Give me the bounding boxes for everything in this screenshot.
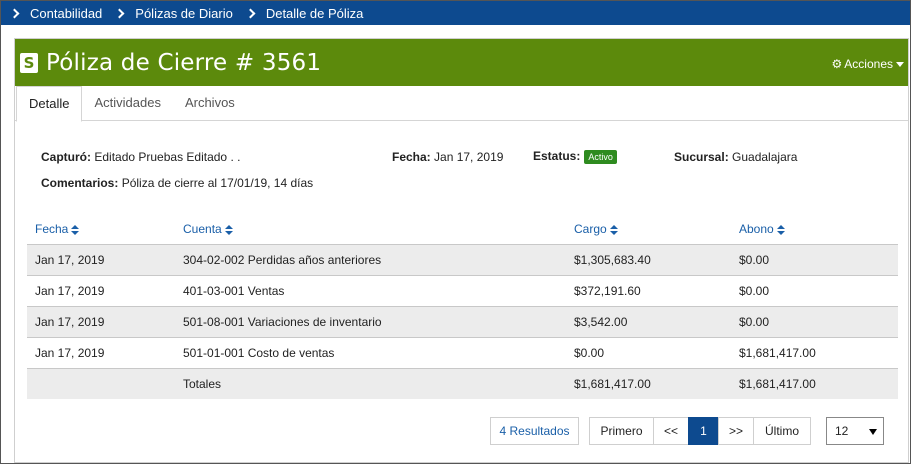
breadcrumb: Contabilidad Pólizas de Diario Detalle d… xyxy=(1,1,910,25)
tab-bar: Detalle Actividades Archivos xyxy=(15,86,908,122)
next-page-button[interactable]: >> xyxy=(718,417,754,445)
cell-fecha: Jan 17, 2019 xyxy=(27,337,175,369)
totals-label: Totales xyxy=(175,368,566,399)
comentarios-label: Comentarios: xyxy=(41,176,119,190)
prev-page-button[interactable]: << xyxy=(653,417,689,445)
cell-fecha: Jan 17, 2019 xyxy=(27,244,175,276)
column-label[interactable]: Cargo xyxy=(574,222,607,236)
cell-cuenta: 501-08-001 Variaciones de inventario xyxy=(175,306,566,338)
comentarios-value: Póliza de cierre al 17/01/19, 14 días xyxy=(121,176,314,190)
breadcrumb-label[interactable]: Pólizas de Diario xyxy=(135,6,233,21)
table-row: Jan 17, 2019 401-03-001 Ventas $372,191.… xyxy=(27,275,898,307)
table-row: Jan 17, 2019 501-01-001 Costo de ventas … xyxy=(27,337,898,369)
cell-cuenta: 401-03-001 Ventas xyxy=(175,275,566,307)
page-title: Póliza de Cierre # 3561 xyxy=(46,49,322,76)
capturo-label: Capturó: xyxy=(41,150,91,164)
column-label[interactable]: Fecha xyxy=(35,222,68,236)
page-header: S Póliza de Cierre # 3561 ⚙ Acciones xyxy=(15,39,908,86)
cell-fecha: Jan 17, 2019 xyxy=(27,275,175,307)
sucursal-field: Sucursal: Guadalajara xyxy=(674,150,797,164)
caret-down-icon xyxy=(896,61,904,67)
tab-actividades[interactable]: Actividades xyxy=(82,86,172,121)
results-count: 4 Resultados xyxy=(490,417,579,445)
column-label[interactable]: Cuenta xyxy=(183,222,222,236)
page-1-button[interactable]: 1 xyxy=(688,417,719,445)
column-header-cuenta[interactable]: Cuenta xyxy=(175,214,566,245)
results-count-button[interactable]: 4 Resultados xyxy=(490,417,579,445)
breadcrumb-label[interactable]: Contabilidad xyxy=(30,6,102,21)
capturo-value: Editado Pruebas Editado . . xyxy=(94,150,241,164)
table-row: Jan 17, 2019 304-02-002 Perdidas años an… xyxy=(27,244,898,276)
breadcrumb-item-detalle-poliza[interactable]: Detalle de Póliza xyxy=(233,6,364,21)
entries-table: Fecha Cuenta Cargo Abono Jan 17, 2019 30… xyxy=(27,214,898,399)
chevron-right-icon xyxy=(245,8,256,18)
actions-dropdown[interactable]: ⚙ Acciones xyxy=(832,57,904,71)
poliza-info: Capturó: Editado Pruebas Editado . . Fec… xyxy=(15,121,908,221)
gears-icon: ⚙ xyxy=(831,57,843,71)
cell-abono: $0.00 xyxy=(731,306,898,338)
column-header-fecha[interactable]: Fecha xyxy=(27,214,175,245)
pagination: Primero << 1 >> Último xyxy=(589,417,811,445)
cell-cargo: $372,191.60 xyxy=(566,275,731,307)
estatus-field: Estatus: Activo xyxy=(533,149,617,164)
totals-cargo: $1,681,417.00 xyxy=(566,368,731,399)
poliza-card: S Póliza de Cierre # 3561 ⚙ Acciones Det… xyxy=(14,38,909,463)
cell-cargo: $0.00 xyxy=(566,337,731,369)
cell-cargo: $3,542.00 xyxy=(566,306,731,338)
estatus-label: Estatus: xyxy=(533,149,581,163)
chevron-right-icon xyxy=(114,8,125,18)
column-header-abono[interactable]: Abono xyxy=(731,214,898,245)
column-label[interactable]: Abono xyxy=(739,222,774,236)
cell-cuenta: 501-01-001 Costo de ventas xyxy=(175,337,566,369)
breadcrumb-item-polizas-diario[interactable]: Pólizas de Diario xyxy=(102,6,233,21)
page-size-select[interactable]: 12 xyxy=(826,417,884,445)
totals-row: Totales $1,681,417.00 $1,681,417.00 xyxy=(27,368,898,399)
comentarios-field: Comentarios: Póliza de cierre al 17/01/1… xyxy=(41,176,313,190)
fecha-label: Fecha: xyxy=(392,150,431,164)
actions-label[interactable]: Acciones xyxy=(844,57,893,71)
app-logo-icon: S xyxy=(20,52,38,73)
tab-detalle[interactable]: Detalle xyxy=(16,86,83,122)
cell-empty xyxy=(27,368,175,399)
first-page-button[interactable]: Primero xyxy=(589,417,654,445)
dropdown-arrow-icon[interactable] xyxy=(869,429,877,435)
sort-icon[interactable] xyxy=(71,224,80,235)
page-size-value[interactable]: 12 xyxy=(835,424,848,438)
capturo-field: Capturó: Editado Pruebas Editado . . xyxy=(41,150,240,164)
sort-icon[interactable] xyxy=(776,224,785,235)
sucursal-label: Sucursal: xyxy=(674,150,729,164)
fecha-field: Fecha: Jan 17, 2019 xyxy=(392,150,503,164)
breadcrumb-label[interactable]: Detalle de Póliza xyxy=(266,6,364,21)
sucursal-value: Guadalajara xyxy=(732,150,798,164)
table-header-row: Fecha Cuenta Cargo Abono xyxy=(27,214,898,245)
sort-icon[interactable] xyxy=(609,224,618,235)
cell-fecha: Jan 17, 2019 xyxy=(27,306,175,338)
column-header-cargo[interactable]: Cargo xyxy=(566,214,731,245)
cell-cuenta: 304-02-002 Perdidas años anteriores xyxy=(175,244,566,276)
cell-abono: $0.00 xyxy=(731,275,898,307)
table-row: Jan 17, 2019 501-08-001 Variaciones de i… xyxy=(27,306,898,338)
fecha-value: Jan 17, 2019 xyxy=(434,150,504,164)
totals-abono: $1,681,417.00 xyxy=(731,368,898,399)
sort-icon[interactable] xyxy=(224,224,233,235)
cell-cargo: $1,305,683.40 xyxy=(566,244,731,276)
tab-archivos[interactable]: Archivos xyxy=(173,86,247,121)
breadcrumb-item-contabilidad[interactable]: Contabilidad xyxy=(9,6,102,21)
cell-abono: $0.00 xyxy=(731,244,898,276)
cell-abono: $1,681,417.00 xyxy=(731,337,898,369)
status-badge: Activo xyxy=(584,149,617,164)
chevron-right-icon xyxy=(9,8,20,18)
last-page-button[interactable]: Último xyxy=(753,417,811,445)
